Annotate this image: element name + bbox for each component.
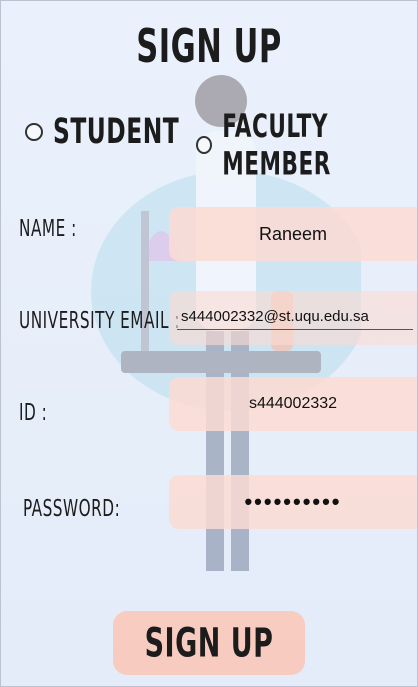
- password-field-container: [169, 475, 417, 529]
- signup-button[interactable]: SIGN UP: [113, 611, 305, 675]
- name-field-container: [169, 207, 417, 261]
- email-label: UNIVERSITY EMAIL :: [19, 307, 180, 335]
- faculty-radio[interactable]: [196, 136, 213, 154]
- id-input[interactable]: [169, 394, 417, 414]
- student-label: STUDENT: [53, 111, 180, 153]
- signup-button-label: SIGN UP: [144, 619, 274, 667]
- password-label: PASSWORD:: [23, 495, 121, 523]
- name-input[interactable]: [169, 222, 417, 246]
- name-label: NAME :: [19, 215, 77, 243]
- faculty-label: FACULTY MEMBER: [222, 107, 331, 183]
- password-input[interactable]: [169, 488, 417, 516]
- role-option-faculty[interactable]: FACULTY MEMBER: [196, 107, 417, 183]
- id-label: ID :: [19, 399, 48, 427]
- page-title: SIGN UP: [136, 20, 282, 74]
- id-field-container: [169, 377, 417, 431]
- signup-screen: SIGN UP STUDENT FACULTY MEMBER NAME : UN…: [0, 0, 418, 687]
- role-option-student[interactable]: STUDENT: [25, 112, 179, 152]
- student-radio[interactable]: [25, 123, 43, 141]
- email-field-wrap: [177, 306, 413, 330]
- email-input[interactable]: [177, 306, 413, 330]
